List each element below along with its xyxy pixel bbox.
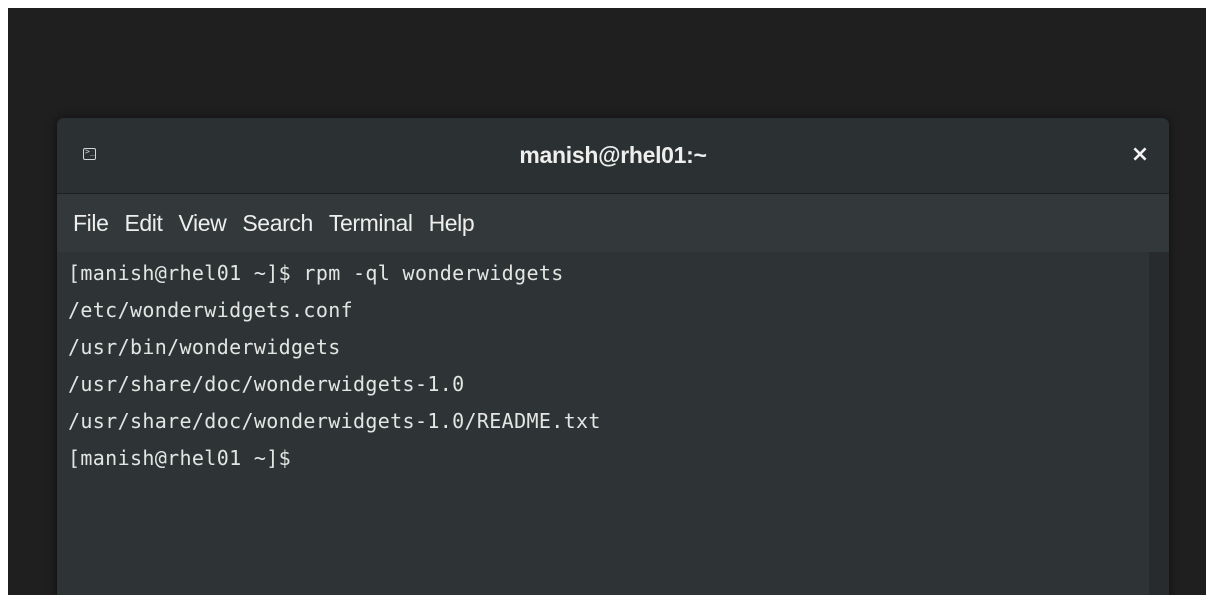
close-icon[interactable]: × [1131, 142, 1149, 167]
menu-search[interactable]: Search [234, 194, 320, 252]
menu-terminal[interactable]: Terminal [321, 194, 421, 252]
menu-view[interactable]: View [171, 194, 235, 252]
menu-help[interactable]: Help [421, 194, 483, 252]
terminal-line-output: /usr/share/doc/wonderwidgets-1.0 [68, 372, 465, 396]
terminal-line-command: [manish@rhel01 ~]$ rpm -ql wonderwidgets [68, 261, 564, 285]
terminal-line-output: /etc/wonderwidgets.conf [68, 298, 353, 322]
terminal-line-prompt: [manish@rhel01 ~]$ [68, 446, 292, 470]
terminal-line-output: /usr/share/doc/wonderwidgets-1.0/README.… [68, 409, 601, 433]
close-button[interactable]: × [1127, 142, 1153, 168]
window-title: manish@rhel01:~ [519, 142, 707, 168]
terminal-scrollbar[interactable] [1149, 252, 1169, 595]
terminal-line-output: /usr/bin/wonderwidgets [68, 335, 341, 359]
terminal-output[interactable]: [manish@rhel01 ~]$ rpm -ql wonderwidgets… [57, 252, 1169, 595]
menu-edit[interactable]: Edit [116, 194, 170, 252]
desktop-background: >_ manish@rhel01:~ × File Edit View Sear… [8, 8, 1206, 595]
menu-bar: File Edit View Search Terminal Help [57, 194, 1169, 252]
menu-file[interactable]: File [65, 194, 116, 252]
terminal-window: >_ manish@rhel01:~ × File Edit View Sear… [57, 118, 1169, 595]
title-bar[interactable]: >_ manish@rhel01:~ × [57, 118, 1169, 194]
